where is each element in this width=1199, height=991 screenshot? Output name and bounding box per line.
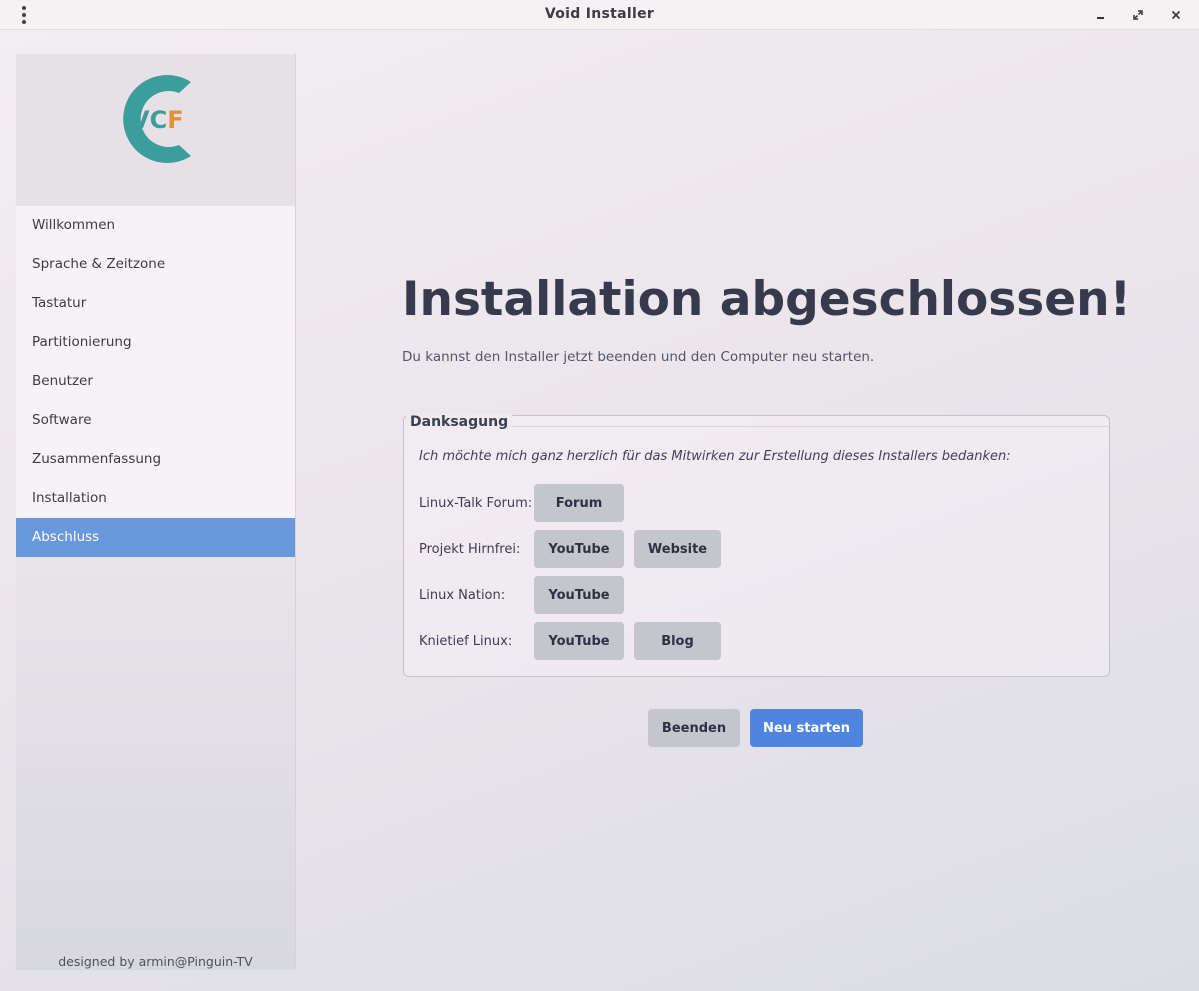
hirnfrei-website-button[interactable]: Website	[634, 530, 721, 568]
close-icon	[1171, 10, 1181, 20]
sidebar-item-label: Software	[32, 412, 92, 428]
sidebar-item-label: Abschluss	[32, 529, 100, 545]
page-title: Installation abgeschlossen!	[402, 272, 1132, 327]
knietief-youtube-button[interactable]: YouTube	[534, 622, 624, 660]
sidebar-item-label: Tastatur	[32, 295, 87, 311]
thanks-groupbox: Danksagung Ich möchte mich ganz herzlich…	[403, 414, 1110, 677]
sidebar-nav: Willkommen Sprache & Zeitzone Tastatur P…	[16, 206, 295, 557]
sidebar-item-willkommen[interactable]: Willkommen	[16, 206, 295, 245]
minimize-icon	[1096, 17, 1104, 19]
restart-button[interactable]: Neu starten	[750, 709, 863, 747]
quit-button[interactable]: Beenden	[648, 709, 740, 747]
vcf-logo: VCF	[123, 75, 191, 163]
sidebar-item-sprache-zeitzone[interactable]: Sprache & Zeitzone	[16, 245, 295, 284]
thanks-row-label: Knietief Linux:	[419, 633, 513, 649]
thanks-row-label: Projekt Hirnfrei:	[419, 541, 521, 557]
sidebar-item-benutzer[interactable]: Benutzer	[16, 362, 295, 401]
thanks-row-label: Linux-Talk Forum:	[419, 495, 533, 511]
thanks-row-hirnfrei: Projekt Hirnfrei: YouTube Website	[419, 530, 721, 568]
svg-text:VCF: VCF	[131, 106, 184, 134]
maximize-icon	[1133, 10, 1143, 20]
sidebar-item-label: Benutzer	[32, 373, 93, 389]
sidebar-item-label: Zusammenfassung	[32, 451, 162, 467]
knietief-blog-button[interactable]: Blog	[634, 622, 721, 660]
title-bar: Void Installer	[0, 0, 1199, 30]
credit-text: designed by armin@Pinguin-TV	[58, 954, 253, 969]
thanks-row-linux-nation: Linux Nation: YouTube	[419, 576, 624, 614]
logo-area: VCF	[16, 54, 295, 206]
sidebar-item-zusammenfassung[interactable]: Zusammenfassung	[16, 440, 295, 479]
sidebar-item-label: Partitionierung	[32, 334, 132, 350]
linux-nation-youtube-button[interactable]: YouTube	[534, 576, 624, 614]
sidebar-item-label: Sprache & Zeitzone	[32, 256, 166, 272]
hirnfrei-youtube-button[interactable]: YouTube	[534, 530, 624, 568]
close-button[interactable]	[1166, 5, 1186, 25]
sidebar: VCF Willkommen Sprache & Zeitzone Tastat…	[16, 54, 296, 970]
sidebar-item-label: Willkommen	[32, 217, 116, 233]
sidebar-item-abschluss[interactable]: Abschluss	[16, 518, 295, 557]
thanks-text: Ich möchte mich ganz herzlich für das Mi…	[419, 449, 1011, 464]
thanks-row-label: Linux Nation:	[419, 587, 506, 603]
minimize-button[interactable]	[1090, 5, 1110, 25]
sidebar-item-partitionierung[interactable]: Partitionierung	[16, 323, 295, 362]
sidebar-item-installation[interactable]: Installation	[16, 479, 295, 518]
thanks-row-linux-talk: Linux-Talk Forum: Forum	[419, 484, 624, 522]
thanks-legend: Danksagung	[406, 414, 513, 430]
sidebar-item-software[interactable]: Software	[16, 401, 295, 440]
page-subtitle: Du kannst den Installer jetzt beenden un…	[402, 349, 875, 365]
groupbox-divider	[506, 426, 1109, 427]
thanks-row-knietief: Knietief Linux: YouTube Blog	[419, 622, 721, 660]
linux-talk-forum-button[interactable]: Forum	[534, 484, 624, 522]
maximize-button[interactable]	[1128, 5, 1148, 25]
sidebar-item-tastatur[interactable]: Tastatur	[16, 284, 295, 323]
window-title: Void Installer	[544, 6, 655, 22]
sidebar-item-label: Installation	[32, 490, 107, 506]
